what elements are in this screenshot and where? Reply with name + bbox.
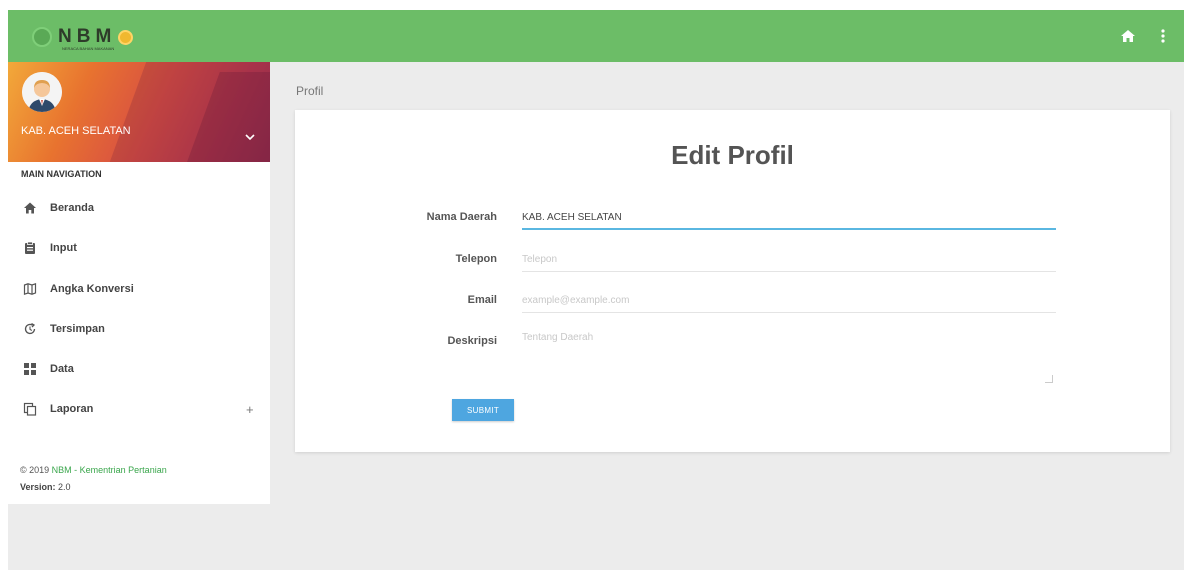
logo-emblem: [32, 27, 52, 47]
copyright-link[interactable]: NBM - Kementrian Pertanian: [52, 465, 167, 475]
sidebar-item-label: Tersimpan: [50, 323, 105, 335]
logo-subtext: NERACA BAHAN MAKANAN: [62, 46, 115, 51]
edit-profile-card: Edit Profil Nama Daerah Telepon Email De…: [295, 110, 1170, 452]
email-field[interactable]: [522, 289, 1056, 313]
sidebar-item-tersimpan[interactable]: Tersimpan: [8, 313, 270, 345]
deskripsi-textarea[interactable]: [522, 332, 1056, 384]
copyright-prefix: © 2019: [20, 465, 52, 475]
sidebar-item-label: Angka Konversi: [50, 283, 134, 295]
footer-version: Version: 2.0: [20, 482, 71, 492]
avatar[interactable]: [22, 72, 62, 112]
user-name: KAB. ACEH SELATAN: [21, 125, 131, 137]
copy-icon: [23, 402, 37, 416]
nama-daerah-field[interactable]: [522, 206, 1056, 230]
sidebar-item-input[interactable]: Input: [8, 232, 270, 264]
home-icon: [23, 201, 37, 215]
expand-plus-icon[interactable]: +: [246, 402, 254, 417]
refresh-icon: [23, 322, 37, 336]
home-icon[interactable]: [1120, 28, 1136, 44]
sidebar-item-beranda[interactable]: Beranda: [8, 192, 270, 224]
logo-text: NBM: [58, 26, 117, 47]
page-title: Edit Profil: [671, 140, 794, 170]
nav-header: MAIN NAVIGATION: [21, 169, 102, 179]
app-window: NBM NERACA BAHAN MAKANAN KAB. ACEH SELAT…: [8, 10, 1184, 570]
clipboard-icon: [23, 241, 37, 255]
version-value: 2.0: [55, 482, 71, 492]
sidebar-item-label: Input: [50, 242, 77, 254]
resize-handle-icon[interactable]: [1045, 375, 1053, 383]
sidebar-item-data[interactable]: Data: [8, 353, 270, 385]
sidebar-item-label: Data: [50, 363, 74, 375]
deskripsi-label: Deskripsi: [447, 335, 497, 347]
sidebar-item-label: Laporan: [50, 403, 94, 415]
sidebar: KAB. ACEH SELATAN MAIN NAVIGATION Berand…: [8, 62, 270, 504]
top-navbar: NBM NERACA BAHAN MAKANAN: [8, 10, 1184, 62]
chevron-down-icon[interactable]: [245, 128, 255, 141]
sidebar-item-laporan[interactable]: Laporan +: [8, 393, 270, 425]
nama-daerah-label: Nama Daerah: [426, 211, 497, 223]
telepon-field[interactable]: [522, 248, 1056, 272]
breadcrumb: Profil: [296, 84, 324, 98]
more-vert-icon[interactable]: [1158, 28, 1168, 44]
submit-button[interactable]: SUBMIT: [452, 399, 514, 421]
app-logo[interactable]: NBM NERACA BAHAN MAKANAN: [32, 24, 134, 51]
user-panel: KAB. ACEH SELATAN: [8, 62, 270, 162]
version-label: Version:: [20, 482, 56, 492]
sidebar-item-angka-konversi[interactable]: Angka Konversi: [8, 273, 270, 305]
telepon-label: Telepon: [455, 253, 497, 265]
email-label: Email: [467, 294, 497, 306]
map-icon: [23, 282, 37, 296]
dashboard-icon: [23, 362, 37, 376]
sidebar-item-label: Beranda: [50, 202, 95, 214]
footer-copyright: © 2019 NBM - Kementrian Pertanian: [20, 465, 167, 475]
logo-seal: [118, 29, 134, 45]
